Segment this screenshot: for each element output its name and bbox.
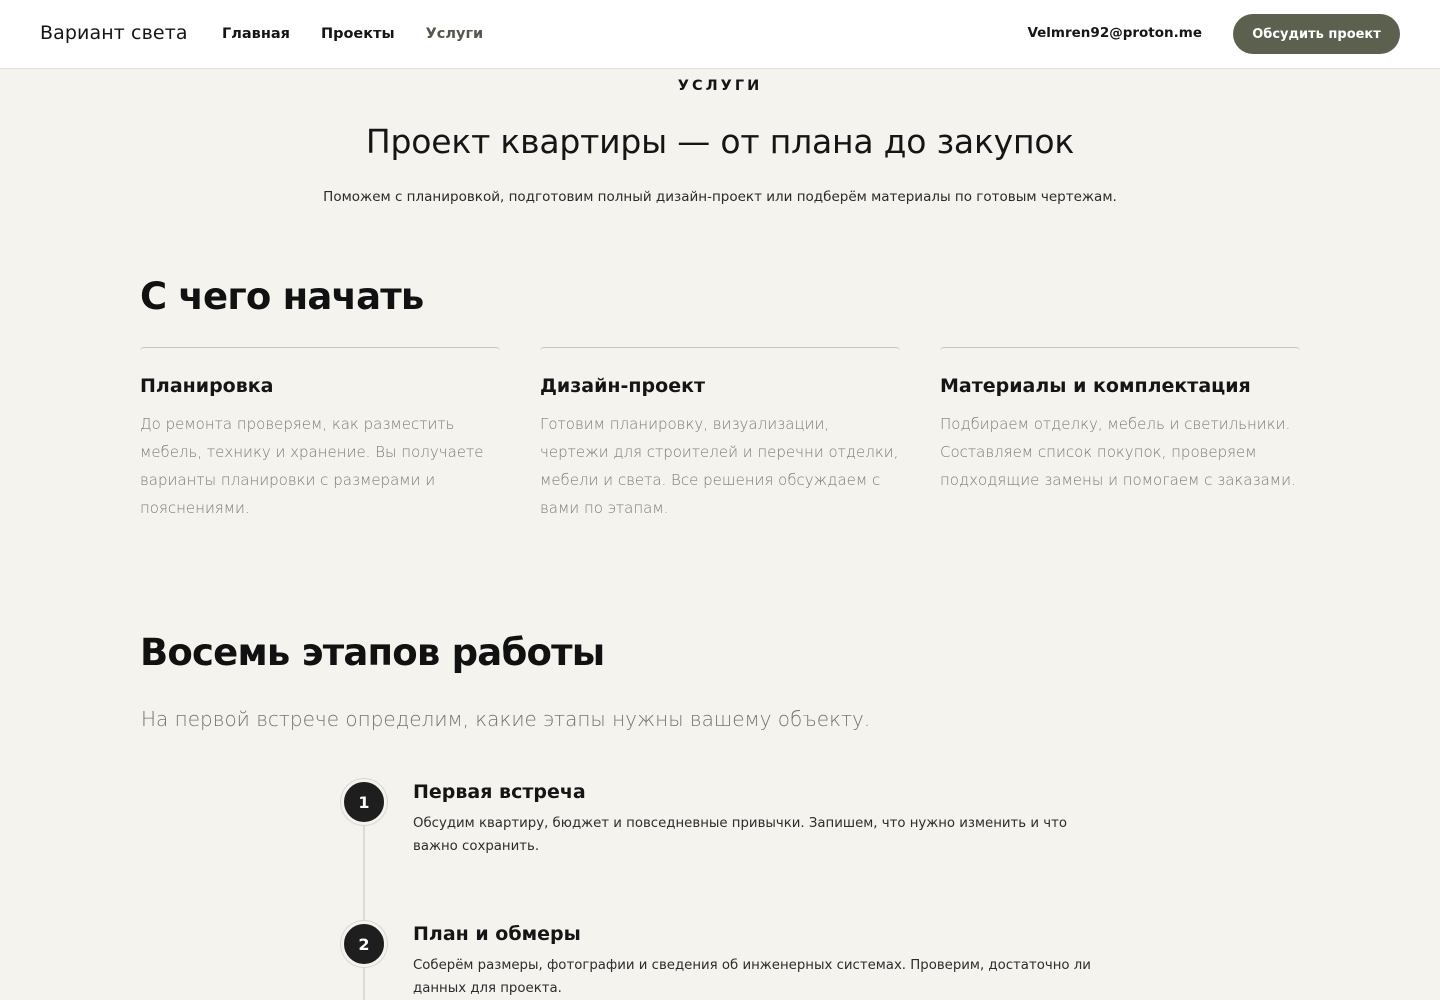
main-nav: Главная Проекты Услуги: [222, 26, 483, 42]
step-number-badge: 2: [341, 921, 387, 967]
top-header: Вариант света Главная Проекты Услуги Vel…: [0, 0, 1440, 69]
service-card-materials: Материалы и комплектация Подбираем отдел…: [940, 347, 1300, 494]
service-card-title: Дизайн-проект: [540, 375, 705, 397]
steps-lead-text: На первой встрече определим, какие этапы…: [141, 707, 871, 731]
nav-item-projects[interactable]: Проекты: [321, 26, 395, 42]
email-link[interactable]: Velmren92@proton.me: [1027, 25, 1202, 41]
page-subtitle: Поможем с планировкой, подготовим полный…: [323, 189, 1117, 205]
service-card-title: Материалы и комплектация: [940, 375, 1251, 397]
service-card-design: Дизайн-проект Готовим планировку, визуал…: [540, 347, 900, 522]
service-card-title: Планировка: [140, 375, 274, 397]
step-text: Соберём размеры, фотографии и сведения о…: [413, 958, 1091, 996]
page-title: Проект квартиры — от плана до закупок: [365, 122, 1075, 161]
step-number-badge: 1: [341, 779, 387, 825]
service-card-text: Подбираем отделку, мебель и светильники.…: [940, 415, 1296, 489]
start-section-title: С чего начать: [140, 275, 424, 318]
step-title: План и обмеры: [413, 923, 581, 945]
step-text: Обсудим квартиру, бюджет и повседневные …: [413, 816, 1067, 854]
section-eyebrow: УСЛУГИ: [677, 78, 763, 94]
service-card-text: До ремонта проверяем, как разместить меб…: [140, 415, 484, 517]
nav-item-home[interactable]: Главная: [222, 26, 290, 42]
service-card-text: Готовим планировку, визуализации, чертеж…: [540, 415, 899, 517]
timeline-line: [363, 822, 365, 1000]
brand-logo[interactable]: Вариант света: [40, 22, 188, 44]
service-card-planning: Планировка До ремонта проверяем, как раз…: [140, 347, 500, 522]
steps-section-title: Восемь этапов работы: [140, 631, 605, 674]
discuss-project-button[interactable]: Обсудить проект: [1233, 14, 1400, 54]
step-title: Первая встреча: [413, 781, 586, 803]
nav-item-services[interactable]: Услуги: [426, 26, 484, 42]
